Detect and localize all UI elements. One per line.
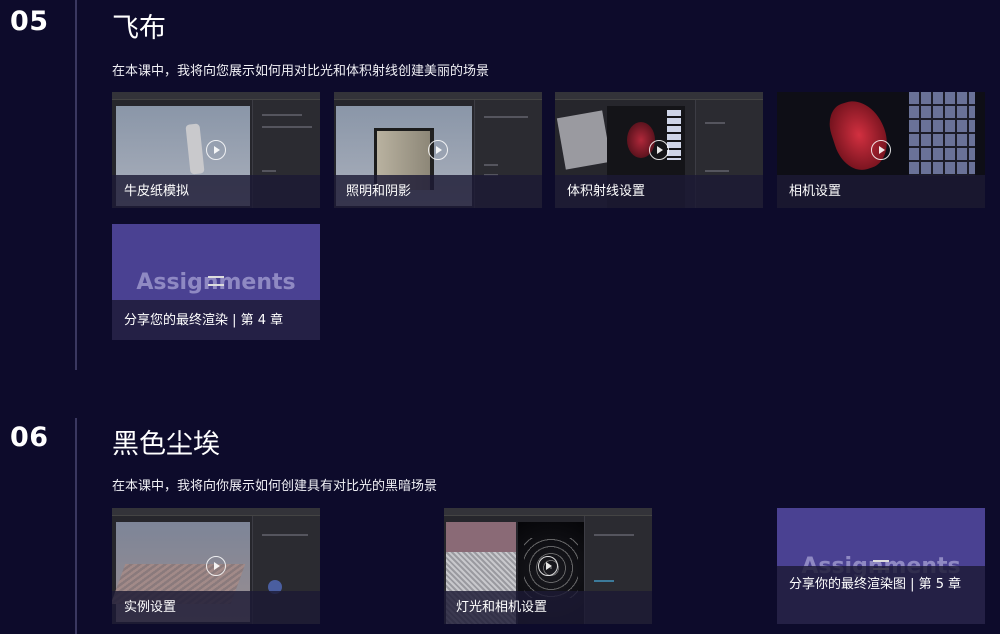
lesson-card[interactable]: 牛皮纸模拟: [112, 92, 320, 208]
lesson-title: 牛皮纸模拟: [124, 184, 190, 199]
play-icon: [206, 140, 226, 160]
section-number: 05: [10, 6, 49, 37]
play-icon: [871, 140, 891, 160]
lesson-label-bar: 照明和阴影: [334, 175, 542, 208]
lesson-title: 实例设置: [124, 600, 177, 615]
lesson-label-bar: 分享您的最终渲染 | 第 4 章: [112, 300, 320, 340]
play-icon: [206, 556, 226, 576]
lesson-label-bar: 灯光和相机设置: [444, 591, 652, 624]
lesson-title: 分享您的最终渲染 | 第 4 章: [124, 313, 284, 328]
section-description: 在本课中，我将向你展示如何创建具有对比光的黑暗场景: [112, 479, 438, 494]
section-divider: [75, 418, 77, 634]
lesson-title: 照明和阴影: [346, 184, 412, 199]
lesson-title: 灯光和相机设置: [456, 600, 548, 615]
play-icon: [538, 556, 558, 576]
lesson-label-bar: 分享你的最终渲染图 | 第 5 章: [777, 566, 985, 624]
assignment-card[interactable]: Assignments 分享你的最终渲染图 | 第 5 章: [777, 508, 985, 624]
lesson-label-bar: 牛皮纸模拟: [112, 175, 320, 208]
section-divider: [75, 0, 77, 370]
assignment-card[interactable]: Assignments 分享您的最终渲染 | 第 4 章: [112, 224, 320, 340]
lesson-title: 体积射线设置: [567, 184, 646, 199]
lesson-card[interactable]: 体积射线设置: [555, 92, 763, 208]
section-title: 黑色尘埃: [112, 429, 220, 460]
lesson-card[interactable]: 相机设置: [777, 92, 985, 208]
lesson-card[interactable]: 实例设置: [112, 508, 320, 624]
play-icon: [428, 140, 448, 160]
lesson-card[interactable]: 灯光和相机设置: [444, 508, 652, 624]
lesson-label-bar: 体积射线设置: [555, 175, 763, 208]
section-description: 在本课中，我将向您展示如何用对比光和体积射线创建美丽的场景: [112, 64, 490, 79]
lesson-title: 相机设置: [789, 184, 842, 199]
list-icon: [208, 276, 224, 286]
section-title: 飞布: [112, 13, 166, 44]
section-number: 06: [10, 422, 49, 453]
lesson-card[interactable]: 照明和阴影: [334, 92, 542, 208]
play-icon: [649, 140, 669, 160]
lesson-label-bar: 相机设置: [777, 175, 985, 208]
lesson-title: 分享你的最终渲染图 | 第 5 章: [789, 577, 962, 592]
lesson-label-bar: 实例设置: [112, 591, 320, 624]
